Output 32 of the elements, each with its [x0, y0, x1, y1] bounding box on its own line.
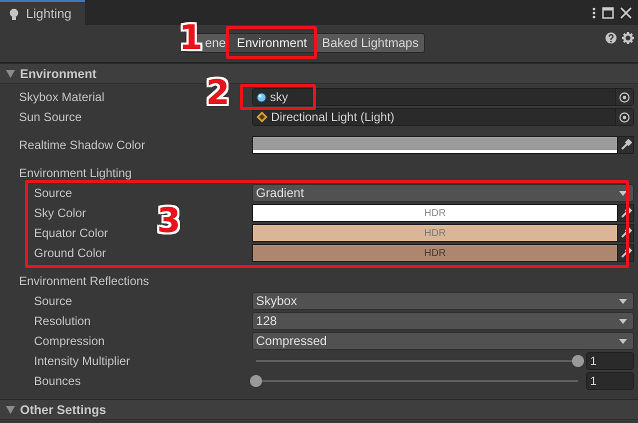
object-field[interactable]: sky [252, 88, 634, 106]
dropdown[interactable]: Compressed [252, 332, 634, 350]
field-label: Source [34, 294, 72, 308]
field-label: Skybox Material [19, 90, 104, 104]
field-label: Source [34, 186, 72, 200]
window-tab[interactable]: Lighting [0, 0, 85, 25]
group-label: Environment Reflections [19, 274, 150, 288]
tab[interactable]: Environment [228, 33, 316, 53]
field-label: Equator Color [34, 226, 108, 240]
section-header[interactable]: Other Settings [0, 399, 638, 420]
hdr-label: HDR [424, 248, 446, 258]
field-label: Realtime Shadow Color [19, 138, 146, 152]
field-label: Bounces [34, 374, 81, 388]
field-label: Intensity Multiplier [34, 354, 130, 368]
object-field[interactable]: Directional Light (Light) [252, 108, 634, 126]
dropdown[interactable]: Gradient [252, 184, 634, 202]
hdr-label: HDR [424, 208, 446, 218]
field-label: Resolution [34, 314, 91, 328]
field-label: Sun Source [19, 110, 82, 124]
dropdown[interactable]: Skybox [252, 292, 634, 310]
tab[interactable]: Baked Lightmaps [316, 33, 425, 53]
field-label: Compression [34, 334, 105, 348]
hdr-label: HDR [424, 228, 446, 238]
group-label: Environment Lighting [19, 166, 132, 180]
field-label: Sky Color [34, 206, 86, 220]
annotation-number: 3 [157, 203, 181, 239]
number-field[interactable]: 1 [586, 372, 634, 390]
color-swatch[interactable]: HDR [252, 244, 618, 262]
dropdown[interactable]: 128 [252, 312, 634, 330]
field-label: Ground Color [34, 246, 106, 260]
color-swatch[interactable]: HDR [252, 204, 618, 222]
number-field[interactable]: 1 [586, 352, 634, 370]
